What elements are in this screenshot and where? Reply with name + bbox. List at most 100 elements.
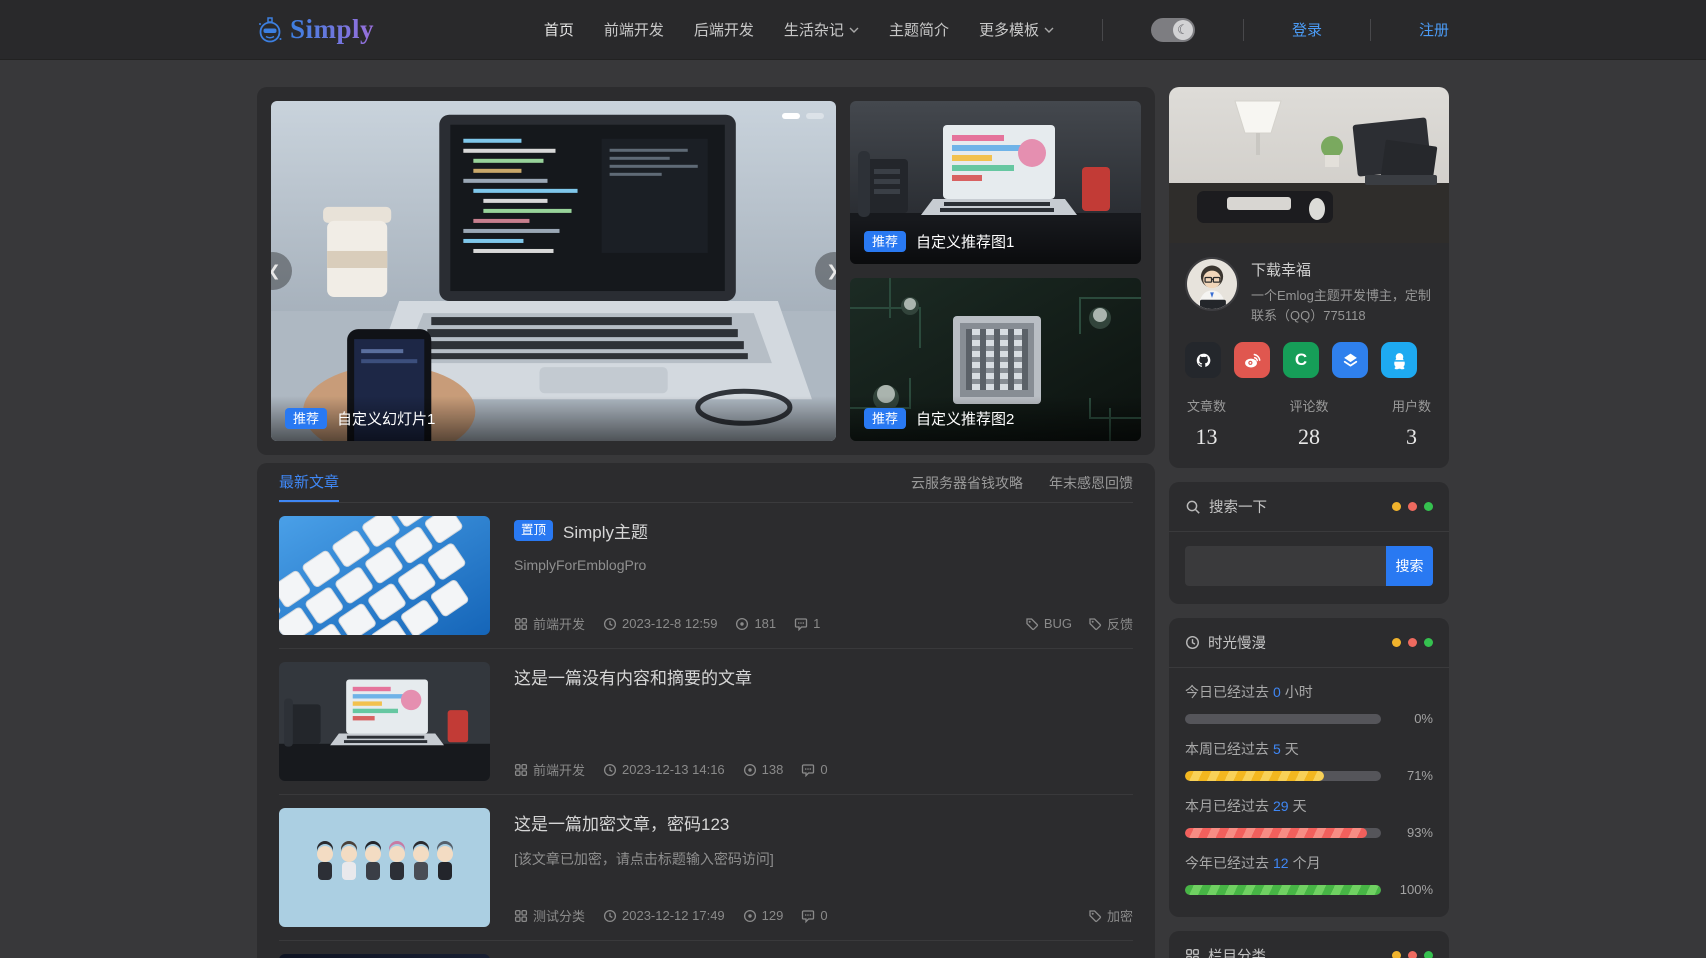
progress-track (1185, 885, 1381, 895)
navbar: Simply 首页 前端开发 后端开发 生活杂记 主题简介 更多模板 ☾ 登录 … (0, 0, 1706, 59)
progress-fill (1185, 828, 1367, 838)
slide-indicator[interactable] (806, 113, 824, 119)
list-header: 最新文章 云服务器省钱攻略 年末感恩回馈 (279, 463, 1133, 503)
chevron-down-icon (849, 27, 859, 33)
post-comments[interactable]: 0 (801, 762, 827, 777)
search-button[interactable]: 搜索 (1386, 546, 1433, 586)
post-meta: 测试分类 2023-12-12 17:49 129 0 加密 (514, 906, 1133, 925)
post-date: 2023-12-8 12:59 (603, 616, 717, 631)
logo-icon (257, 17, 283, 43)
login-link[interactable]: 登录 (1292, 19, 1322, 40)
header-link-cloud-server[interactable]: 云服务器省钱攻略 (911, 473, 1023, 493)
carousel-slide[interactable]: ❮ ❯ 推荐 自定义幻灯片1 (271, 101, 836, 441)
post-meta: 前端开发 2023-12-13 14:16 138 0 (514, 760, 1133, 779)
widget-title: 栏目分类 (1208, 945, 1266, 958)
post-tag[interactable]: 反馈 (1088, 614, 1133, 633)
slide-indicators (782, 113, 824, 119)
sidebar: 下载幸福 一个Emlog主题开发博主，定制联系（QQ）775118 C (1169, 87, 1449, 958)
nav-item-backend[interactable]: 后端开发 (694, 19, 754, 40)
dot-red (1408, 951, 1417, 958)
progress-percent: 71% (1391, 768, 1433, 783)
post-thumbnail-keyboard[interactable] (279, 516, 490, 635)
post-tag[interactable]: BUG (1025, 614, 1072, 633)
dot-yellow (1392, 638, 1401, 647)
post-category[interactable]: 前端开发 (514, 614, 585, 633)
post-title[interactable]: 这是一篇加密文章，密码123 (514, 810, 1133, 835)
stat-comments: 评论数 28 (1289, 396, 1328, 450)
avatar[interactable] (1185, 257, 1239, 311)
profile-name: 下载幸福 (1251, 259, 1433, 280)
dot-red (1408, 502, 1417, 511)
dark-mode-toggle[interactable]: ☾ (1151, 18, 1195, 42)
widget-title: 时光慢漫 (1208, 632, 1266, 653)
post-category[interactable]: 前端开发 (514, 760, 585, 779)
dot-green (1424, 638, 1433, 647)
stat-users: 用户数 3 (1392, 396, 1431, 450)
site-logo[interactable]: Simply (257, 14, 374, 45)
progress-fill (1185, 885, 1381, 895)
post-thumbnail-cartoon[interactable] (279, 808, 490, 927)
slide-caption: 自定义幻灯片1 (337, 408, 435, 429)
recommended-image-2[interactable]: 推荐 自定义推荐图2 (850, 278, 1141, 441)
time-progress-year: 今年已经过去12个月 100% (1185, 853, 1433, 897)
widget-title: 搜索一下 (1209, 496, 1267, 517)
slide-indicator[interactable] (782, 113, 800, 119)
nav-item-theme-intro[interactable]: 主题简介 (889, 19, 949, 40)
post-thumbnail-video[interactable] (279, 954, 490, 958)
recommended-caption: 自定义推荐图2 (916, 408, 1014, 429)
search-input[interactable] (1185, 546, 1386, 586)
nav-menu: 首页 前端开发 后端开发 生活杂记 主题简介 更多模板 ☾ 登录 注册 (544, 18, 1449, 42)
tag-icon (1025, 617, 1039, 631)
dot-green (1424, 951, 1433, 958)
search-widget: 搜索一下 搜索 (1169, 482, 1449, 604)
logo-text: Simply (290, 14, 374, 45)
github-icon[interactable] (1185, 342, 1221, 378)
divider (1102, 19, 1103, 41)
profile-cover-photo[interactable] (1169, 87, 1449, 243)
recommend-badge: 推荐 (864, 231, 906, 252)
csdn-icon[interactable]: C (1283, 342, 1319, 378)
clock-icon (603, 617, 617, 631)
eye-icon (743, 909, 757, 923)
post-title[interactable]: 这是一篇没有内容和摘要的文章 (514, 664, 1133, 689)
grid-icon (1185, 948, 1200, 958)
main-column: ❮ ❯ 推荐 自定义幻灯片1 (257, 87, 1155, 958)
progress-percent: 100% (1391, 882, 1433, 897)
post-comments[interactable]: 0 (801, 908, 827, 923)
tab-latest-posts[interactable]: 最新文章 (279, 463, 339, 502)
time-progress-today: 今日已经过去0小时 0% (1185, 682, 1433, 726)
dot-red (1408, 638, 1417, 647)
header-link-thanksgiving[interactable]: 年末感恩回馈 (1049, 473, 1133, 493)
post-row: 视频文章 (279, 941, 1133, 958)
nav-item-life[interactable]: 生活杂记 (784, 19, 859, 40)
sticky-badge: 置顶 (514, 520, 553, 541)
weibo-icon[interactable] (1234, 342, 1270, 378)
nav-item-more-templates[interactable]: 更多模板 (979, 19, 1054, 40)
eye-icon (735, 617, 749, 631)
post-thumbnail-desk[interactable] (279, 662, 490, 781)
post-date: 2023-12-13 14:16 (603, 762, 725, 777)
nav-item-frontend[interactable]: 前端开发 (604, 19, 664, 40)
post-comments[interactable]: 1 (794, 616, 820, 631)
slide-photo-desk-laptop (271, 101, 836, 441)
post-title[interactable]: 置顶 Simply主题 (514, 518, 1133, 543)
recommended-image-1[interactable]: 推荐 自定义推荐图1 (850, 101, 1141, 264)
qq-icon[interactable] (1381, 342, 1417, 378)
cloud-drive-icon[interactable] (1332, 342, 1368, 378)
progress-track (1185, 828, 1381, 838)
post-views: 129 (743, 908, 784, 923)
profile-card: 下载幸福 一个Emlog主题开发博主，定制联系（QQ）775118 C (1169, 87, 1449, 468)
tag-icon (1088, 909, 1102, 923)
nav-item-home[interactable]: 首页 (544, 19, 574, 40)
progress-track (1185, 771, 1381, 781)
recommended-caption: 自定义推荐图1 (916, 231, 1014, 252)
social-links: C (1169, 330, 1449, 380)
clock-icon (603, 763, 617, 777)
post-category[interactable]: 测试分类 (514, 906, 585, 925)
time-widget: 时光慢漫 今日已经过去0小时 0% 本周已经过去5天 (1169, 618, 1449, 917)
chevron-down-icon (1044, 27, 1054, 33)
post-tag[interactable]: 加密 (1088, 906, 1133, 925)
grid-icon (514, 909, 528, 923)
register-link[interactable]: 注册 (1419, 19, 1449, 40)
recommend-badge: 推荐 (285, 408, 327, 429)
